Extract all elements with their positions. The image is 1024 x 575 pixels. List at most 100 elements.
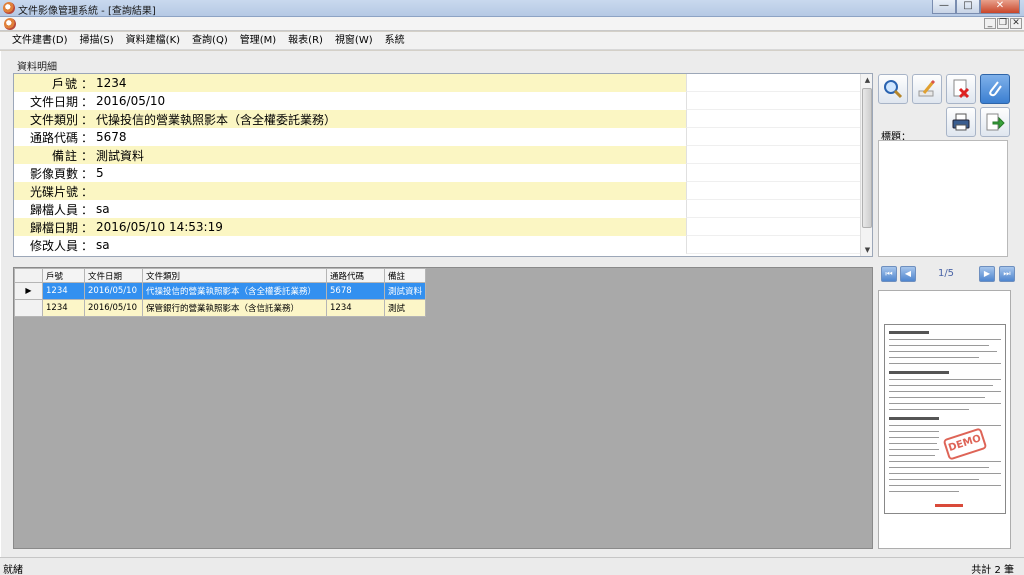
next-page-icon: ▶ (983, 269, 991, 278)
detail-empty-cell (686, 200, 860, 218)
detail-label: 通路代碼 (29, 130, 78, 145)
cell-account[interactable]: 1234 (42, 299, 85, 317)
detail-empty-cell (686, 92, 860, 110)
record-count: 共計 2 筆 (971, 565, 1014, 575)
search-button[interactable] (878, 74, 908, 104)
detail-row-disc-number: 光碟片號 ： (14, 182, 860, 200)
section-label: 資料明細 (17, 62, 57, 73)
mdi-close-button[interactable]: ✕ (1010, 18, 1022, 29)
status-bar: 就緒 共計 2 筆 (0, 557, 1024, 575)
detail-panel: 戶號 ： 1234 文件日期 ： 2016/05/10 文件類別 ： 代操投信的… (13, 73, 873, 257)
maximize-button[interactable]: □ (956, 0, 980, 14)
document-window-icon[interactable] (4, 18, 16, 30)
mdi-minimize-button[interactable]: _ (984, 18, 996, 29)
detail-colon: ： (80, 148, 93, 163)
title-textbox[interactable] (878, 140, 1008, 257)
detail-label: 備註 (51, 148, 78, 163)
scroll-down-icon[interactable]: ▼ (861, 244, 872, 256)
detail-value: 2016/05/10 14:53:19 (96, 220, 223, 234)
prev-page-button[interactable]: ◀ (900, 266, 916, 282)
cell-account[interactable]: 1234 (42, 282, 85, 300)
app-logo-icon (3, 2, 15, 14)
status-text: 就緒 (3, 565, 23, 575)
column-header-remark[interactable]: 備註 (383, 268, 427, 283)
detail-row-doc-date: 文件日期 ： 2016/05/10 (14, 92, 860, 110)
scroll-up-icon[interactable]: ▲ (861, 74, 872, 86)
demo-stamp: DEMO (942, 427, 988, 461)
scroll-thumb[interactable] (862, 88, 872, 228)
export-button[interactable] (980, 107, 1010, 137)
detail-empty-cell (686, 182, 860, 200)
last-page-icon: ⏭ (1003, 269, 1011, 278)
close-button[interactable]: ✕ (980, 0, 1020, 14)
row-selector[interactable] (14, 299, 43, 317)
detail-row-page-count: 影像頁數 ： 5 (14, 164, 860, 182)
menu-window[interactable]: 視窗(W) (329, 32, 379, 49)
detail-label: 文件日期 (29, 94, 78, 109)
print-icon (952, 113, 970, 131)
image-preview[interactable]: DEMO (878, 290, 1011, 549)
detail-scrollbar[interactable]: ▲ ▼ (860, 74, 872, 256)
detail-value: sa (96, 202, 110, 216)
document-thumbnail: DEMO (884, 324, 1006, 514)
column-header-channel-code[interactable]: 通路代碼 (326, 268, 385, 283)
table-row[interactable]: ▶ 1234 2016/05/10 代操投信的營業執照影本（含全權委託業務） 5… (14, 282, 427, 300)
detail-colon: ： (80, 76, 93, 91)
current-row-arrow-icon: ▶ (25, 286, 32, 295)
detail-colon: ： (80, 202, 93, 217)
column-header-doc-type[interactable]: 文件類別 (142, 268, 327, 283)
menu-document[interactable]: 文件建書(D) (6, 32, 74, 49)
main-panel: 資料明細 戶號 ： 1234 文件日期 ： 2016/05/10 文件類別 ： … (0, 51, 1024, 557)
cell-remark[interactable]: 測試 (383, 299, 427, 317)
menu-report[interactable]: 報表(R) (282, 32, 329, 49)
detail-empty-cell (686, 164, 860, 182)
grid-corner-cell (14, 268, 43, 283)
detail-empty-cell (686, 110, 860, 128)
cell-channel-code[interactable]: 1234 (326, 299, 385, 317)
detail-value: 2016/05/10 (96, 94, 166, 108)
window-title: 文件影像管理系統 - [查詢結果] (18, 6, 156, 17)
detail-row-modified-by: 修改人員 ： sa (14, 236, 860, 254)
detail-colon: ： (80, 112, 93, 127)
menu-query[interactable]: 查詢(Q) (186, 32, 234, 49)
detail-value: 代操投信的營業執照影本（含全權委託業務） (96, 112, 337, 127)
detail-label: 戶號 (51, 76, 78, 91)
cell-remark[interactable]: 測試資料 (383, 282, 427, 300)
results-grid: 戶號 文件日期 文件類別 通路代碼 備註 ▶ 1234 2016/05/10 代… (13, 267, 873, 549)
cell-channel-code[interactable]: 5678 (326, 282, 385, 300)
column-header-account[interactable]: 戶號 (42, 268, 85, 283)
detail-label: 影像頁數 (29, 166, 78, 181)
detail-empty-cell (686, 74, 860, 92)
cell-doc-date[interactable]: 2016/05/10 (84, 282, 143, 300)
cell-doc-type[interactable]: 代操投信的營業執照影本（含全權委託業務） (142, 282, 327, 300)
mdi-restore-button[interactable]: ❐ (997, 18, 1009, 29)
row-selector[interactable]: ▶ (14, 282, 43, 300)
detail-colon: ： (80, 238, 93, 253)
next-page-button[interactable]: ▶ (979, 266, 995, 282)
attach-icon (989, 81, 1002, 97)
detail-empty-cell (686, 146, 860, 164)
cell-doc-date[interactable]: 2016/05/10 (84, 299, 143, 317)
minimize-button[interactable]: — (932, 0, 956, 14)
menu-data-entry[interactable]: 資料建檔(K) (120, 32, 186, 49)
first-page-button[interactable]: ⏮ (881, 266, 897, 282)
detail-value: 5678 (96, 130, 127, 144)
attach-button[interactable] (980, 74, 1010, 104)
menu-manage[interactable]: 管理(M) (234, 32, 282, 49)
last-page-button[interactable]: ⏭ (999, 266, 1015, 282)
detail-value: 測試資料 (96, 148, 145, 163)
edit-button[interactable] (912, 74, 942, 104)
menu-scan[interactable]: 掃描(S) (74, 32, 120, 49)
column-header-doc-date[interactable]: 文件日期 (84, 268, 143, 283)
menu-system[interactable]: 系統 (379, 32, 411, 49)
detail-empty-cell (686, 218, 860, 236)
cell-doc-type[interactable]: 保管銀行的營業執照影本（含信託業務） (142, 299, 327, 317)
detail-value: 5 (96, 166, 104, 180)
delete-button[interactable] (946, 74, 976, 104)
detail-label: 歸檔日期 (29, 220, 78, 235)
window-controls: — □ ✕ (932, 0, 1020, 15)
print-button[interactable] (946, 107, 976, 137)
detail-value: 1234 (96, 76, 127, 90)
table-row[interactable]: 1234 2016/05/10 保管銀行的營業執照影本（含信託業務） 1234 … (14, 299, 427, 317)
detail-row-channel-code: 通路代碼 ： 5678 (14, 128, 860, 146)
